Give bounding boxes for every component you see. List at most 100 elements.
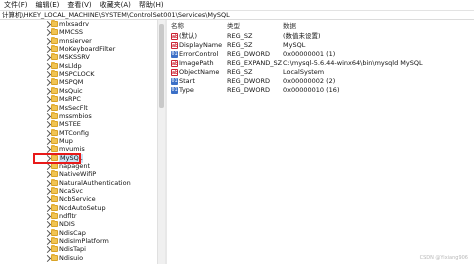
- chevron-right-icon[interactable]: [43, 71, 52, 79]
- value-row[interactable]: 01 Start REG_DWORD 0x00000002 (2): [167, 77, 474, 86]
- folder-icon: [51, 45, 58, 53]
- string-value-icon: ab: [171, 33, 179, 40]
- folder-icon: [51, 245, 58, 253]
- value-name: ErrorControl: [179, 50, 219, 58]
- folder-icon: [51, 111, 58, 119]
- value-row[interactable]: ab (默认) REG_SZ (数值未设置): [167, 32, 474, 41]
- menu-edit[interactable]: 编辑(E): [32, 0, 64, 10]
- chevron-right-icon[interactable]: [43, 246, 52, 254]
- value-type: REG_DWORD: [227, 86, 270, 94]
- value-row[interactable]: ab DisplayName REG_SZ MySQL: [167, 41, 474, 50]
- dword-value-icon: 01: [171, 78, 178, 85]
- folder-icon: [51, 103, 58, 111]
- menu-help[interactable]: 帮助(H): [135, 0, 168, 10]
- value-data: LocalSystem: [283, 68, 325, 76]
- value-data: 0x00000010 (16): [283, 86, 340, 94]
- menu-file[interactable]: 文件(F): [0, 0, 32, 10]
- folder-icon: [51, 145, 58, 153]
- value-name: Type: [179, 86, 194, 94]
- chevron-right-icon[interactable]: [43, 87, 52, 95]
- chevron-right-icon[interactable]: [43, 229, 52, 237]
- value-row[interactable]: ab ImagePath REG_EXPAND_SZ C:\mysql-5.6.44-…: [167, 59, 474, 68]
- value-type: REG_SZ: [227, 41, 253, 49]
- folder-icon: [51, 28, 58, 36]
- chevron-right-icon[interactable]: [43, 129, 52, 137]
- registry-key-tree: mlxsadrv MMCSS mnsierver MoKeyboardFilter MS…: [0, 20, 157, 264]
- menu-bar: 文件(F) 编辑(E) 查看(V) 收藏夹(A) 帮助(H): [0, 0, 474, 10]
- folder-icon: [51, 212, 58, 220]
- folder-icon: [51, 70, 58, 78]
- folder-icon: [51, 203, 58, 211]
- folder-icon: [51, 20, 58, 27]
- value-name: (默认): [179, 32, 198, 40]
- chevron-right-icon[interactable]: [43, 29, 52, 37]
- dword-value-icon: 01: [171, 87, 178, 94]
- chevron-right-icon[interactable]: [43, 104, 52, 112]
- folder-icon: [51, 136, 58, 144]
- folder-icon: [51, 220, 58, 228]
- value-row[interactable]: 01 ErrorControl REG_DWORD 0x00000001 (1): [167, 50, 474, 59]
- folder-icon: [51, 237, 58, 245]
- value-data: (数值未设置): [283, 32, 321, 40]
- folder-icon: [51, 228, 58, 236]
- folder-icon: [51, 128, 58, 136]
- string-value-icon: ab: [171, 60, 179, 67]
- chevron-right-icon[interactable]: [43, 196, 52, 204]
- chevron-right-icon[interactable]: [43, 46, 52, 54]
- tree-scrollbar[interactable]: [157, 20, 165, 264]
- string-value-icon: ab: [171, 69, 179, 76]
- chevron-right-icon[interactable]: [43, 62, 52, 70]
- value-data: 0x00000001 (1): [283, 50, 336, 58]
- annotation-highlight-box: [33, 153, 81, 164]
- chevron-right-icon[interactable]: [43, 187, 52, 196]
- value-type: REG_DWORD: [227, 50, 270, 58]
- value-name: Start: [179, 77, 195, 85]
- address-bar[interactable]: 计算机\HKEY_LOCAL_MACHINE\SYSTEM\ControlSet…: [0, 10, 474, 20]
- value-row[interactable]: ab ObjectName REG_SZ LocalSystem: [167, 68, 474, 77]
- folder-icon: [51, 36, 58, 44]
- value-row[interactable]: 01 Type REG_DWORD 0x00000010 (16): [167, 86, 474, 95]
- chevron-right-icon[interactable]: [43, 20, 52, 29]
- value-type: REG_SZ: [227, 32, 253, 40]
- chevron-right-icon[interactable]: [43, 96, 52, 104]
- chevron-right-icon[interactable]: [43, 221, 52, 229]
- scrollbar-thumb[interactable]: [159, 24, 164, 108]
- watermark-text: CSDN @Yixiang906: [419, 255, 468, 261]
- value-type: REG_SZ: [227, 68, 253, 76]
- values-header-row: 名称 类型 数据: [167, 22, 474, 31]
- chevron-right-icon[interactable]: [43, 238, 52, 246]
- values-list: 名称 类型 数据 ab (默认) REG_SZ (数值未设置) ab DisplayNam…: [167, 20, 474, 264]
- value-data: C:\mysql-5.6.44-winx64\bin\mysqld MySQL: [283, 59, 423, 67]
- folder-icon: [51, 61, 58, 69]
- column-header-data[interactable]: 数据: [283, 22, 296, 31]
- folder-icon: [51, 86, 58, 94]
- folder-icon: [51, 170, 58, 178]
- chevron-right-icon[interactable]: [43, 213, 52, 221]
- chevron-right-icon[interactable]: [43, 37, 52, 45]
- chevron-right-icon[interactable]: [43, 204, 52, 212]
- value-name: ImagePath: [179, 59, 214, 67]
- value-data: 0x00000002 (2): [283, 77, 336, 85]
- menu-view[interactable]: 查看(V): [63, 0, 95, 10]
- folder-icon: [51, 78, 58, 86]
- chevron-right-icon[interactable]: [43, 54, 52, 62]
- folder-icon: [51, 195, 58, 203]
- chevron-right-icon[interactable]: [43, 79, 52, 87]
- folder-icon: [51, 120, 58, 128]
- menu-favorites[interactable]: 收藏夹(A): [96, 0, 135, 10]
- column-header-type[interactable]: 类型: [227, 22, 240, 31]
- value-type: REG_EXPAND_SZ: [227, 59, 283, 67]
- chevron-right-icon[interactable]: [43, 179, 52, 187]
- folder-icon: [51, 187, 58, 194]
- dword-value-icon: 01: [171, 51, 178, 58]
- chevron-right-icon[interactable]: [43, 171, 52, 179]
- chevron-right-icon[interactable]: [43, 112, 52, 120]
- value-type: REG_DWORD: [227, 77, 270, 85]
- chevron-right-icon[interactable]: [43, 137, 52, 145]
- tree-item[interactable]: Ndisuio: [0, 253, 157, 264]
- chevron-right-icon[interactable]: [43, 254, 52, 262]
- tree-item-label: Ndisuio: [59, 253, 84, 262]
- chevron-right-icon[interactable]: [43, 121, 52, 129]
- value-name: ObjectName: [179, 68, 220, 76]
- column-header-name[interactable]: 名称: [171, 22, 184, 31]
